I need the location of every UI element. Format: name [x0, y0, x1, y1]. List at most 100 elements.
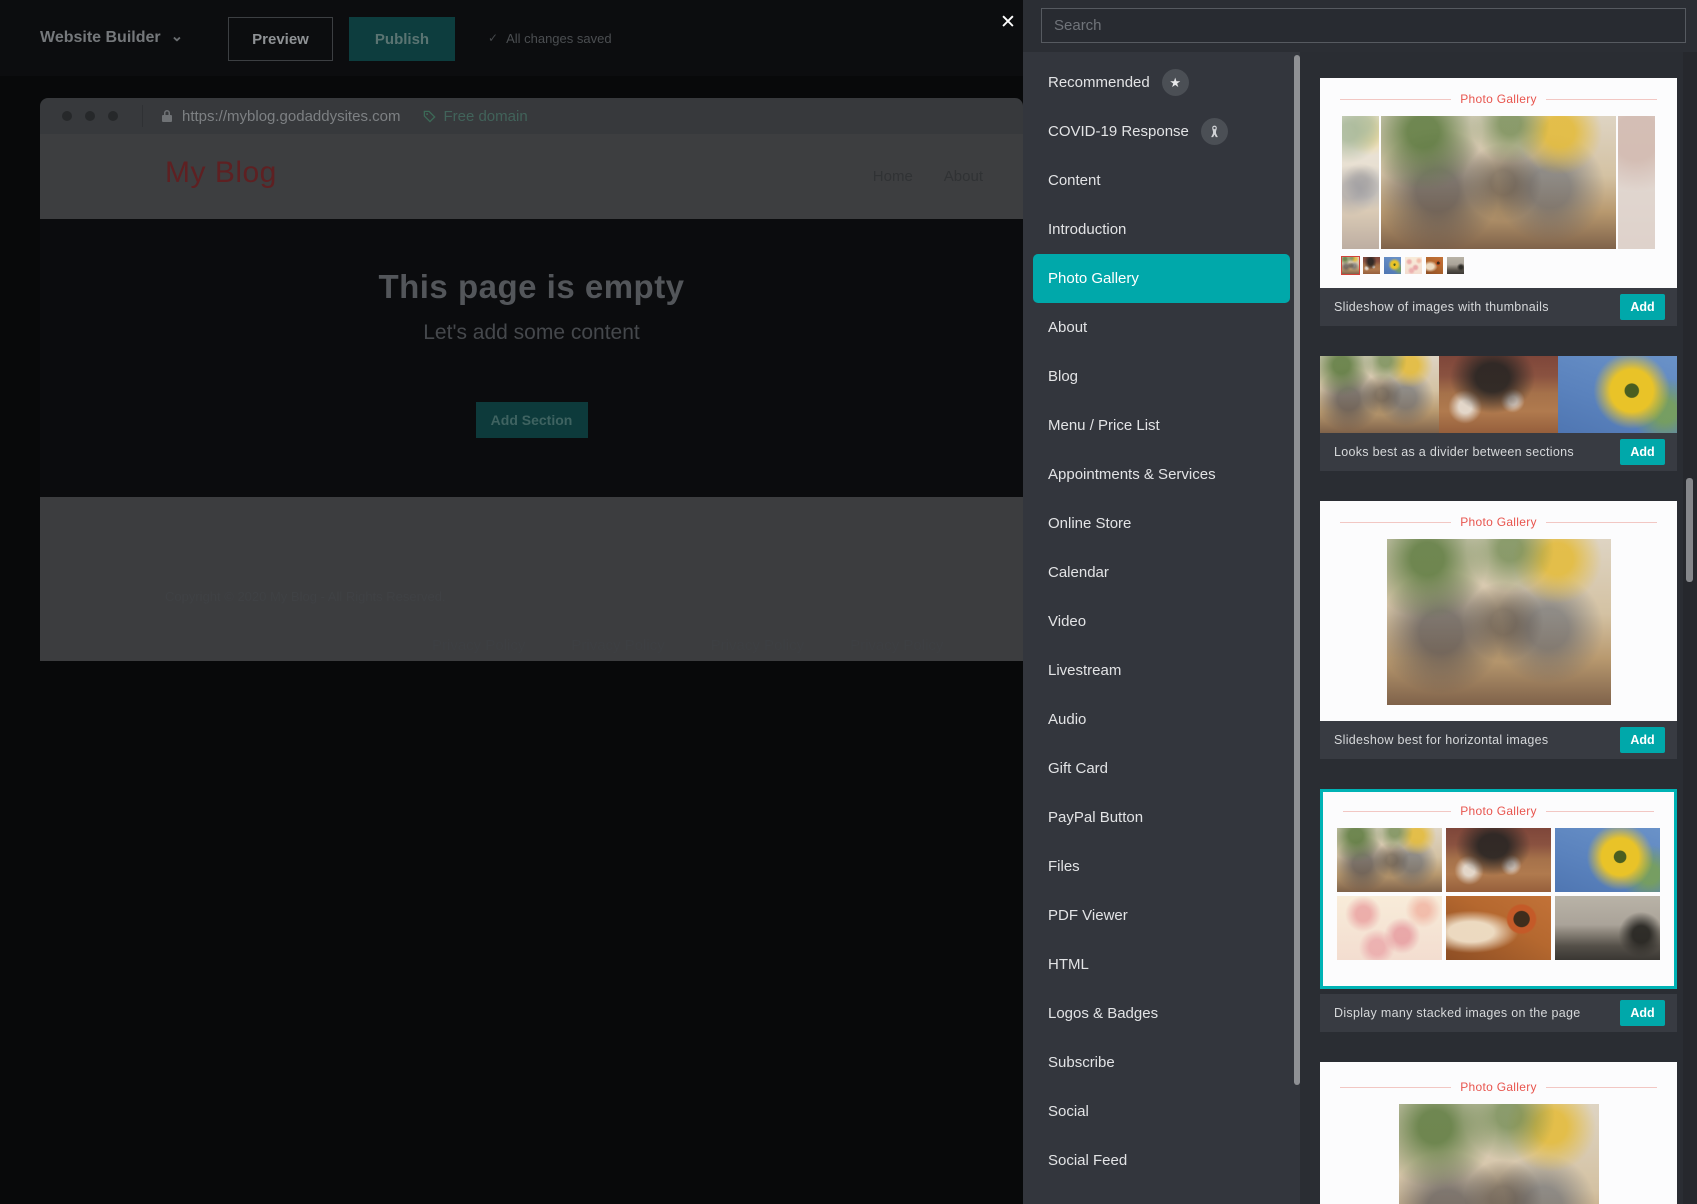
- free-domain-badge: Free domain: [423, 108, 527, 125]
- sidebar-item-logos-badges[interactable]: Logos & Badges: [1023, 989, 1300, 1038]
- divider: [1340, 1087, 1451, 1088]
- sidebar-item-social[interactable]: Social: [1023, 1087, 1300, 1136]
- layout-caption-bar: Display many stacked images on the page …: [1320, 994, 1677, 1032]
- sidebar-item-video[interactable]: Video: [1023, 597, 1300, 646]
- gallery-thumbnail: [1447, 257, 1464, 274]
- sidebar-scrollbar-thumb[interactable]: [1294, 55, 1300, 1085]
- add-button[interactable]: Add: [1620, 294, 1665, 320]
- layout-caption-bar: Looks best as a divider between sections…: [1320, 433, 1677, 471]
- sidebar-item-online-store[interactable]: Online Store: [1023, 499, 1300, 548]
- gallery-photo: [1337, 828, 1442, 892]
- sidebar-item-introduction[interactable]: Introduction: [1023, 205, 1300, 254]
- sidebar-item-label: Files: [1048, 858, 1080, 875]
- sidebar-item-label: Blog: [1048, 368, 1078, 385]
- sidebar-item-label: Online Store: [1048, 515, 1131, 532]
- add-button[interactable]: Add: [1620, 1000, 1665, 1026]
- sidebar-item-label: Gift Card: [1048, 760, 1108, 777]
- sidebar-item-paypal-button[interactable]: PayPal Button: [1023, 793, 1300, 842]
- panel-search-row: [1023, 0, 1697, 52]
- tag-icon: [423, 110, 436, 123]
- sidebar-item-label: Photo Gallery: [1048, 270, 1139, 287]
- sidebar-item-html[interactable]: HTML: [1023, 940, 1300, 989]
- layout-preview[interactable]: Photo Gallery: [1320, 78, 1677, 288]
- layout-preview[interactable]: [1320, 356, 1677, 433]
- preview-button[interactable]: Preview: [228, 17, 333, 61]
- sidebar-item-label: Social: [1048, 1103, 1089, 1120]
- nav-link-about[interactable]: About: [944, 168, 983, 185]
- sidebar-item-livestream[interactable]: Livestream: [1023, 646, 1300, 695]
- sidebar-item-label: Recommended: [1048, 74, 1150, 91]
- lock-icon: [161, 109, 173, 123]
- privacy-policy-link[interactable]: Privacy Policy: [850, 637, 943, 654]
- sidebar-item-menu-price-list[interactable]: Menu / Price List: [1023, 401, 1300, 450]
- gallery-thumbnail: [1384, 257, 1401, 274]
- site-url: https://myblog.godaddysites.com: [182, 108, 400, 125]
- browser-dot: [108, 111, 118, 121]
- sidebar-item-label: PDF Viewer: [1048, 907, 1128, 924]
- layout-caption: Display many stacked images on the page: [1334, 1006, 1620, 1020]
- nav-link-home[interactable]: Home: [873, 168, 913, 185]
- sidebar-item-audio[interactable]: Audio: [1023, 695, 1300, 744]
- browser-url-bar: https://myblog.godaddysites.com Free dom…: [40, 98, 1023, 134]
- layout-caption: Slideshow best for horizontal images: [1334, 733, 1620, 747]
- browser-dot: [62, 111, 72, 121]
- website-builder-menu[interactable]: Website Builder ⌄: [40, 0, 183, 76]
- divider: [1546, 522, 1657, 523]
- layout-preview[interactable]: Photo Gallery: [1320, 501, 1677, 721]
- empty-page-section: This page is empty Let's add some conten…: [40, 219, 1023, 497]
- sidebar-item-blog[interactable]: Blog: [1023, 352, 1300, 401]
- layout-card-stacked-grid-selected: Photo Gallery Display many stacked: [1320, 789, 1677, 1032]
- sidebar-item-label: Social Feed: [1048, 1152, 1127, 1169]
- sidebar-item-recommended[interactable]: Recommended ★: [1023, 58, 1300, 107]
- divider: [1546, 99, 1657, 100]
- site-nav: Home About: [873, 168, 983, 185]
- sidebar-item-content[interactable]: Content: [1023, 156, 1300, 205]
- close-panel-button[interactable]: ✕: [995, 10, 1021, 36]
- gallery-photo: [1439, 356, 1558, 433]
- search-input[interactable]: [1041, 8, 1686, 43]
- section-layouts-list: Photo Gallery: [1300, 52, 1697, 1204]
- browser-window-dots: [40, 111, 142, 121]
- privacy-policy-link[interactable]: Privacy Policy: [571, 637, 664, 654]
- free-domain-label: Free domain: [443, 108, 527, 125]
- layout-preview[interactable]: Photo Gallery: [1320, 789, 1677, 989]
- sidebar-item-gift-card[interactable]: Gift Card: [1023, 744, 1300, 793]
- sidebar-item-social-feed[interactable]: Social Feed: [1023, 1136, 1300, 1185]
- site-title: My Blog: [165, 156, 277, 190]
- add-section-button[interactable]: Add Section: [476, 402, 588, 438]
- publish-button[interactable]: Publish: [349, 17, 455, 61]
- sidebar-item-subscribe[interactable]: Subscribe: [1023, 1038, 1300, 1087]
- url-group: https://myblog.godaddysites.com Free dom…: [142, 105, 528, 127]
- sidebar-item-photo-gallery[interactable]: Photo Gallery: [1033, 254, 1290, 303]
- sidebar-item-pdf-viewer[interactable]: PDF Viewer: [1023, 891, 1300, 940]
- add-button[interactable]: Add: [1620, 439, 1665, 465]
- ribbon-icon: [1201, 118, 1228, 145]
- add-button[interactable]: Add: [1620, 727, 1665, 753]
- gallery-title: Photo Gallery: [1460, 1080, 1537, 1094]
- star-icon: ★: [1162, 69, 1189, 96]
- sidebar-item-files[interactable]: Files: [1023, 842, 1300, 891]
- content-scrollbar-track[interactable]: [1683, 52, 1697, 1204]
- empty-page-title: This page is empty: [40, 268, 1023, 306]
- sidebar-item-label: COVID-19 Response: [1048, 123, 1189, 140]
- sidebar-item-label: HTML: [1048, 956, 1089, 973]
- privacy-policy-link[interactable]: Privacy Policy: [432, 637, 525, 654]
- photo-grid: [1337, 828, 1660, 960]
- gallery-photo: [1320, 356, 1439, 433]
- app-title: Website Builder: [40, 29, 161, 47]
- sidebar-item-covid19-response[interactable]: COVID-19 Response: [1023, 107, 1300, 156]
- content-scrollbar-thumb[interactable]: [1686, 478, 1693, 582]
- sidebar-item-label: Video: [1048, 613, 1086, 630]
- copyright-text: Copyright © 2020 My Blog - All Rights Re…: [165, 589, 446, 604]
- site-footer: Copyright © 2020 My Blog - All Rights Re…: [40, 497, 1023, 661]
- sidebar-item-calendar[interactable]: Calendar: [1023, 548, 1300, 597]
- gallery-thumbnail: [1363, 257, 1380, 274]
- layout-caption-bar: Slideshow best for horizontal images Add: [1320, 721, 1677, 759]
- privacy-policy-link[interactable]: Privacy Policy: [711, 637, 804, 654]
- layout-card-slideshow-thumbnails: Photo Gallery: [1320, 78, 1677, 326]
- gallery-photo: [1342, 116, 1379, 249]
- sidebar-item-appointments-services[interactable]: Appointments & Services: [1023, 450, 1300, 499]
- layout-preview[interactable]: Photo Gallery: [1320, 1062, 1677, 1204]
- save-status-text: All changes saved: [506, 31, 612, 46]
- sidebar-item-about[interactable]: About: [1023, 303, 1300, 352]
